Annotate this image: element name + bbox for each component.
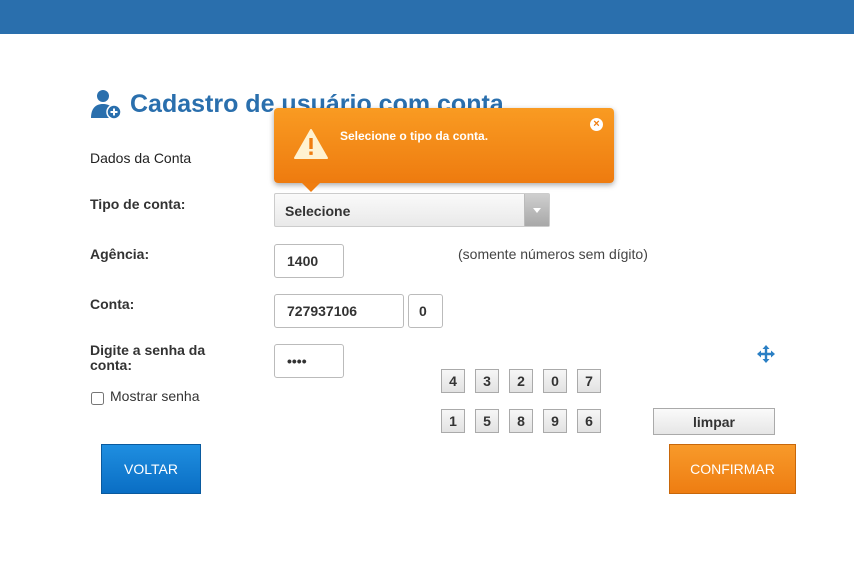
keypad-key[interactable]: 1 bbox=[441, 409, 465, 433]
tooltip-message: Selecione o tipo da conta. bbox=[340, 129, 489, 143]
agency-input[interactable] bbox=[274, 244, 344, 278]
account-number-input[interactable] bbox=[274, 294, 404, 328]
user-add-icon bbox=[91, 90, 122, 120]
validation-tooltip: Selecione o tipo da conta. × bbox=[274, 108, 614, 192]
section-label: Dados da Conta bbox=[90, 150, 192, 166]
password-label: Digite a senha da conta: bbox=[90, 343, 205, 373]
warning-icon bbox=[294, 129, 328, 159]
keypad-key[interactable]: 4 bbox=[441, 369, 465, 393]
account-type-selected-value: Selecione bbox=[285, 203, 351, 219]
close-icon[interactable]: × bbox=[590, 118, 603, 131]
keypad-key[interactable]: 9 bbox=[543, 409, 567, 433]
back-button[interactable]: VOLTAR bbox=[101, 444, 201, 494]
keypad-key[interactable]: 2 bbox=[509, 369, 533, 393]
keypad-key[interactable]: 3 bbox=[475, 369, 499, 393]
chevron-down-icon[interactable] bbox=[524, 194, 549, 226]
keypad-key[interactable]: 0 bbox=[543, 369, 567, 393]
password-label-line2: conta: bbox=[90, 357, 132, 373]
show-password-label: Mostrar senha bbox=[110, 388, 200, 404]
agency-label: Agência: bbox=[90, 246, 150, 262]
move-arrows-icon[interactable] bbox=[756, 344, 776, 364]
password-input[interactable] bbox=[274, 344, 344, 378]
confirm-button[interactable]: CONFIRMAR bbox=[669, 444, 796, 494]
top-header-bar bbox=[0, 0, 854, 34]
keypad-key[interactable]: 7 bbox=[577, 369, 601, 393]
keypad-key[interactable]: 8 bbox=[509, 409, 533, 433]
account-digit-input[interactable] bbox=[408, 294, 443, 328]
keypad-key[interactable]: 5 bbox=[475, 409, 499, 433]
account-type-select[interactable]: Selecione bbox=[274, 193, 550, 227]
password-label-line1: Digite a senha da bbox=[90, 342, 206, 358]
account-label: Conta: bbox=[90, 296, 135, 312]
agency-hint: (somente números sem dígito) bbox=[458, 246, 648, 262]
show-password-checkbox[interactable] bbox=[91, 392, 104, 405]
account-type-label: Tipo de conta: bbox=[90, 196, 186, 212]
keypad-key[interactable]: 6 bbox=[577, 409, 601, 433]
keypad-clear-button[interactable]: limpar bbox=[653, 408, 775, 435]
